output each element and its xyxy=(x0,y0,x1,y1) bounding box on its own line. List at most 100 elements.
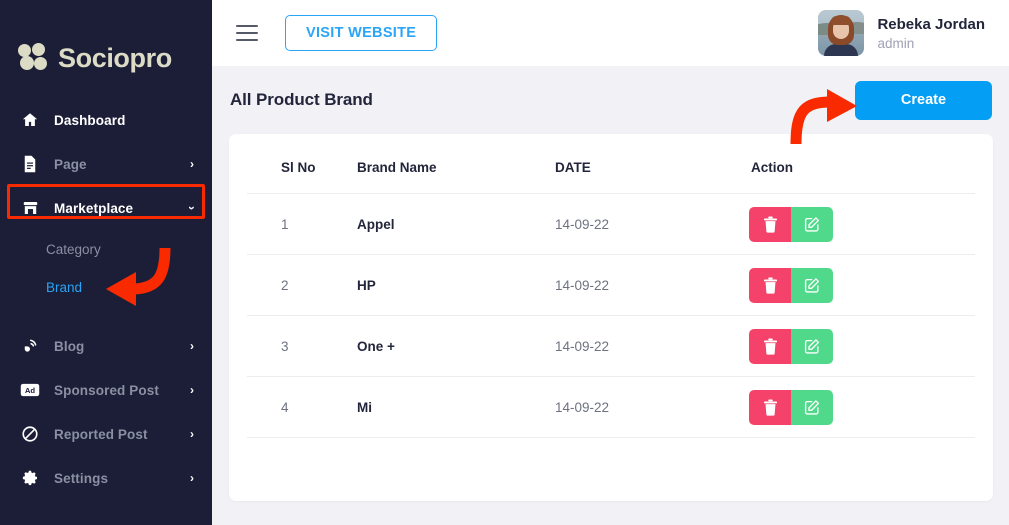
brand-table: Sl No Brand Name DATE Action 1 Appel 14-… xyxy=(247,134,975,438)
topbar: VISIT WEBSITE Rebeka Jordan admin xyxy=(212,0,1009,66)
sidebar-item-label: Sponsored Post xyxy=(54,382,159,398)
cell-sl-no: 3 xyxy=(247,315,355,377)
four-dots-logo-icon xyxy=(18,43,52,73)
edit-button[interactable] xyxy=(791,206,833,242)
action-button-group xyxy=(749,267,833,303)
sidebar-item-sponsored-post[interactable]: Ad Sponsored Post › xyxy=(0,368,212,412)
gear-icon xyxy=(20,468,40,488)
delete-button[interactable] xyxy=(749,267,791,303)
table-row: 2 HP 14-09-22 xyxy=(247,254,975,316)
cell-actions xyxy=(749,376,975,438)
blog-rss-icon xyxy=(20,336,40,356)
table-body: 1 Appel 14-09-22 2 HP 14-09-22 3 One + 1… xyxy=(247,193,975,438)
store-icon xyxy=(20,198,40,218)
home-icon xyxy=(20,110,40,130)
sidebar-nav: Dashboard Page › Marketplace › Category xyxy=(0,98,212,500)
table-row: 3 One + 14-09-22 xyxy=(247,315,975,377)
column-header-date: DATE xyxy=(553,134,749,194)
hamburger-icon[interactable] xyxy=(236,25,258,41)
sidebar-item-label: Settings xyxy=(54,470,109,486)
cell-date: 14-09-22 xyxy=(553,254,749,316)
document-icon xyxy=(20,154,40,174)
delete-button[interactable] xyxy=(749,206,791,242)
main-area: VISIT WEBSITE Rebeka Jordan admin All Pr… xyxy=(212,0,1009,525)
cell-date: 14-09-22 xyxy=(553,315,749,377)
cell-actions xyxy=(749,193,975,255)
trash-icon xyxy=(763,398,778,416)
cell-brand-name: Appel xyxy=(355,193,553,255)
edit-pencil-square-icon xyxy=(804,216,820,233)
edit-button[interactable] xyxy=(791,328,833,364)
sidebar-item-label: Blog xyxy=(54,338,85,354)
trash-icon xyxy=(763,276,778,294)
sidebar-item-page[interactable]: Page › xyxy=(0,142,212,186)
chevron-right-icon[interactable]: › xyxy=(190,340,194,352)
column-header-sl-no: Sl No xyxy=(247,134,355,194)
sidebar: Sociopro Dashboard Page › Marketplace › … xyxy=(0,0,212,525)
cell-sl-no: 2 xyxy=(247,254,355,316)
edit-button[interactable] xyxy=(791,389,833,425)
action-button-group xyxy=(749,389,833,425)
subitem-label: Brand xyxy=(46,279,83,295)
visit-website-button[interactable]: VISIT WEBSITE xyxy=(285,15,438,51)
user-role: admin xyxy=(877,35,915,51)
user-profile[interactable]: Rebeka Jordan admin xyxy=(818,10,993,56)
cell-brand-name: Mi xyxy=(355,376,553,438)
table-row: 1 Appel 14-09-22 xyxy=(247,193,975,255)
sidebar-item-label: Marketplace xyxy=(54,200,134,216)
cell-brand-name: HP xyxy=(355,254,553,316)
marketplace-submenu: Category Brand xyxy=(0,230,212,306)
brand-name: Sociopro xyxy=(58,42,172,73)
cell-sl-no: 4 xyxy=(247,376,355,438)
column-header-action: Action xyxy=(749,134,975,194)
create-button[interactable]: Create xyxy=(855,80,992,120)
trash-icon xyxy=(763,215,778,233)
chevron-right-icon[interactable]: › xyxy=(190,428,194,440)
sidebar-subitem-category[interactable]: Category xyxy=(0,230,212,268)
delete-button[interactable] xyxy=(749,328,791,364)
sidebar-item-settings[interactable]: Settings › xyxy=(0,456,212,500)
cell-date: 14-09-22 xyxy=(553,376,749,438)
action-button-group xyxy=(749,206,833,242)
subitem-label: Category xyxy=(46,241,101,257)
cell-actions xyxy=(749,254,975,316)
edit-pencil-square-icon xyxy=(804,338,820,355)
edit-button[interactable] xyxy=(791,267,833,303)
sidebar-item-marketplace[interactable]: Marketplace › xyxy=(0,186,212,230)
user-name: Rebeka Jordan xyxy=(877,15,985,33)
sidebar-item-label: Page xyxy=(54,156,87,172)
action-button-group xyxy=(749,328,833,364)
table-header-row: Sl No Brand Name DATE Action xyxy=(247,134,975,194)
sidebar-item-label: Reported Post xyxy=(54,426,148,442)
sidebar-item-label: Dashboard xyxy=(54,112,126,128)
chevron-right-icon[interactable]: › xyxy=(190,158,194,170)
chevron-right-icon[interactable]: › xyxy=(190,472,194,484)
cell-date: 14-09-22 xyxy=(553,193,749,255)
page-title: All Product Brand xyxy=(230,90,373,109)
chevron-down-icon[interactable]: › xyxy=(185,206,199,210)
table-row: 4 Mi 14-09-22 xyxy=(247,376,975,438)
sidebar-item-reported-post[interactable]: Reported Post › xyxy=(0,412,212,456)
cell-actions xyxy=(749,315,975,377)
sidebar-item-blog[interactable]: Blog › xyxy=(0,324,212,368)
edit-pencil-square-icon xyxy=(804,277,820,294)
brand-table-card: Sl No Brand Name DATE Action 1 Appel 14-… xyxy=(229,134,993,501)
delete-button[interactable] xyxy=(749,389,791,425)
trash-icon xyxy=(763,337,778,355)
sidebar-item-dashboard[interactable]: Dashboard xyxy=(0,98,212,142)
edit-pencil-square-icon xyxy=(804,399,820,416)
admin-app-window: Sociopro Dashboard Page › Marketplace › … xyxy=(0,0,1009,525)
user-meta: Rebeka Jordan admin xyxy=(877,16,985,51)
column-header-brand-name: Brand Name xyxy=(355,134,553,194)
svg-text:Ad: Ad xyxy=(25,386,36,395)
table-head: Sl No Brand Name DATE Action xyxy=(247,134,975,194)
content-area: All Product Brand Create Sl No Brand Nam… xyxy=(212,66,1009,525)
chevron-right-icon[interactable]: › xyxy=(190,384,194,396)
brand-logo[interactable]: Sociopro xyxy=(0,0,212,80)
page-header: All Product Brand Create xyxy=(229,66,993,134)
sidebar-subitem-brand[interactable]: Brand xyxy=(0,268,212,306)
cell-sl-no: 1 xyxy=(247,193,355,255)
cell-brand-name: One + xyxy=(355,315,553,377)
ad-badge-icon: Ad xyxy=(20,380,40,400)
ban-icon xyxy=(20,424,40,444)
